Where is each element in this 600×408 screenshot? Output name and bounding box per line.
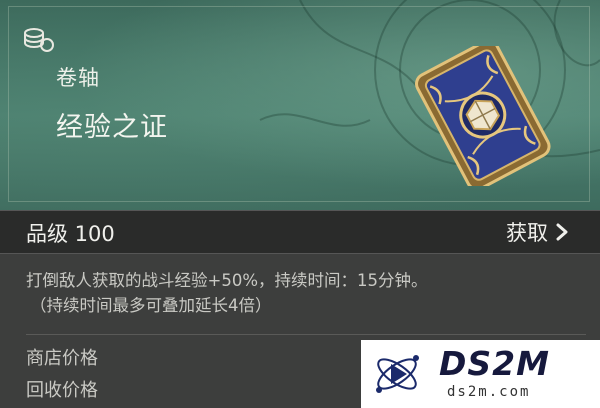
item-name: 经验之证 [56,112,168,143]
divider [26,334,586,335]
acquire-button[interactable]: 获取 [506,217,570,247]
description-line-1: 打倒敌人获取的战斗经验+50%，持续时间：15分钟。 [26,271,428,290]
chevron-right-icon [556,223,568,241]
watermark-title: DS2M [439,344,550,383]
item-category: 卷轴 [56,66,100,90]
description-line-2: （持续时间最多可叠加延长4倍） [30,296,272,315]
grade-label: 品级 100 [26,222,115,246]
item-description: 打倒敌人获取的战斗经验+50%，持续时间：15分钟。 （持续时间最多可叠加延长4… [26,268,586,318]
watermark-subtitle: ds2m.com [447,384,531,400]
item-header: 卷轴 经验之证 [0,0,600,210]
coins-icon [24,28,54,52]
scroll-card-icon [415,46,551,186]
shop-price-label: 商店价格 [26,348,98,369]
acquire-label: 获取 [506,221,548,245]
recycle-price-label: 回收价格 [26,380,98,401]
atom-logo-icon [376,355,419,393]
watermark: DS2M ds2m.com [361,340,600,408]
item-detail-panel: 卷轴 经验之证 品级 100 获取 打倒敌人获取的战斗经验+50%，持续时间：1… [0,0,600,408]
grade-bar: 品级 100 获取 [0,210,600,254]
